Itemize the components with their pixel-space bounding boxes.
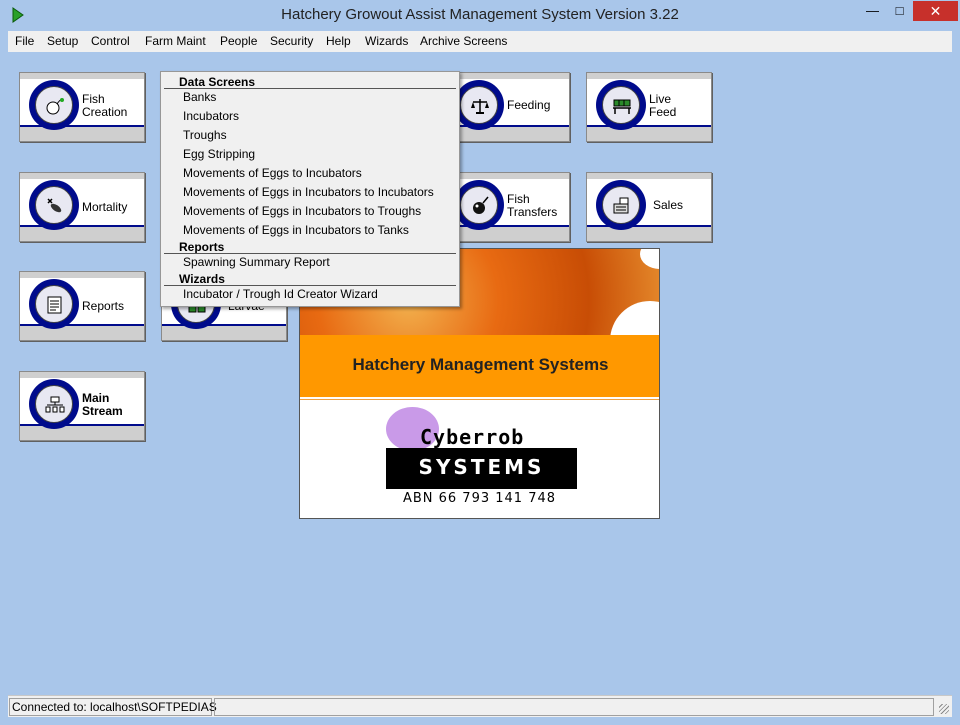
- report-icon: [47, 296, 62, 314]
- splash-band-text: Hatchery Management Systems: [352, 355, 609, 374]
- tile-label: Feeding: [507, 98, 551, 112]
- dead-fish-icon: [47, 198, 62, 213]
- tile-label: Live Feed: [649, 92, 677, 119]
- tile-label: Sales: [653, 198, 684, 212]
- status-bar: Connected to: localhost\SOFTPEDIAS: [8, 695, 952, 717]
- main-stream-button[interactable]: Main Stream: [19, 371, 145, 441]
- live-feed-button[interactable]: Live Feed: [586, 72, 712, 142]
- menu-item-troughs[interactable]: Troughs: [183, 128, 227, 142]
- menu-item-incubators-to-tanks[interactable]: Movements of Eggs in Incubators to Tanks: [183, 223, 409, 237]
- tile-badge: [29, 379, 79, 429]
- dropdown-separator: [164, 88, 456, 89]
- menu-control[interactable]: Control: [91, 34, 130, 48]
- dropdown-separator: [164, 285, 456, 286]
- menu-item-spawning-summary-report[interactable]: Spawning Summary Report: [183, 255, 330, 269]
- dropdown-separator: [164, 253, 456, 254]
- feeding-button[interactable]: Feeding: [444, 72, 570, 142]
- tile-badge: [454, 80, 504, 130]
- mdi-client-area: Fish Creation Feeding Live Feed Mortalit…: [8, 52, 952, 695]
- menu-farm-maint[interactable]: Farm Maint: [145, 34, 206, 48]
- company-abn: ABN 66 793 141 748: [402, 491, 557, 506]
- company-logo-box: SYSTEMS: [386, 448, 577, 489]
- close-button[interactable]: ✕: [913, 1, 958, 21]
- tile-badge: [29, 80, 79, 130]
- tile-label: Main Stream: [82, 391, 123, 418]
- title-bar: Hatchery Growout Assist Management Syste…: [0, 0, 960, 31]
- mortality-button[interactable]: Mortality: [19, 172, 145, 242]
- scales-icon: [471, 99, 489, 114]
- status-panel-empty: [214, 698, 934, 716]
- menu-item-egg-stripping[interactable]: Egg Stripping: [183, 147, 255, 161]
- tile-label: Mortality: [82, 200, 128, 214]
- menu-setup[interactable]: Setup: [47, 34, 78, 48]
- tanks-icon: [613, 99, 631, 114]
- menu-item-incubators-to-incubators[interactable]: Movements of Eggs in Incubators to Incub…: [183, 185, 434, 199]
- menu-file[interactable]: File: [15, 34, 34, 48]
- menu-wizards[interactable]: Wizards: [365, 34, 408, 48]
- minimize-button[interactable]: —: [859, 1, 886, 21]
- tile-label: Reports: [82, 299, 125, 313]
- menu-item-banks[interactable]: Banks: [183, 90, 216, 104]
- connection-status: Connected to: localhost\SOFTPEDIAS: [9, 698, 217, 716]
- menu-item-eggs-to-incubators[interactable]: Movements of Eggs to Incubators: [183, 166, 362, 180]
- tile-top-band: [20, 73, 144, 79]
- fish-egg-icon: [46, 98, 64, 115]
- net-icon: [473, 196, 489, 214]
- window-title: Hatchery Growout Assist Management Syste…: [281, 6, 679, 23]
- tile-badge: [454, 180, 504, 230]
- tile-badge: [596, 80, 646, 130]
- company-word: SYSTEMS: [418, 455, 545, 479]
- resize-grip-icon[interactable]: [939, 704, 949, 714]
- dropdown-header-reports: Reports: [179, 240, 225, 254]
- menu-item-id-creator-wizard[interactable]: Incubator / Trough Id Creator Wizard: [183, 287, 378, 301]
- fish-transfers-button[interactable]: Fish Transfers: [444, 172, 570, 242]
- tile-bottom-band: [20, 127, 144, 141]
- reports-button[interactable]: Reports: [19, 271, 145, 341]
- cash-register-icon: [613, 197, 629, 214]
- menu-people[interactable]: People: [220, 34, 257, 48]
- sales-button[interactable]: Sales: [586, 172, 712, 242]
- maximize-button[interactable]: □: [886, 1, 913, 21]
- company-name: Cyberrob: [420, 425, 525, 449]
- flowchart-icon: [45, 396, 65, 413]
- dropdown-header-data-screens: Data Screens: [179, 75, 256, 89]
- menu-item-incubators-to-troughs[interactable]: Movements of Eggs in Incubators to Troug…: [183, 204, 421, 218]
- menu-item-incubators[interactable]: Incubators: [183, 109, 239, 123]
- tile-badge: [596, 180, 646, 230]
- tile-label: Fish Transfers: [507, 192, 558, 219]
- menu-security[interactable]: Security: [270, 34, 313, 48]
- menu-bar: File Setup Control Farm Maint People Sec…: [8, 31, 952, 52]
- farm-maint-dropdown: Data Screens Banks Incubators Troughs Eg…: [160, 71, 460, 307]
- tile-badge: [29, 279, 79, 329]
- dropdown-header-wizards: Wizards: [179, 272, 225, 286]
- tile-label: Fish Creation: [82, 92, 128, 119]
- fish-creation-button[interactable]: Fish Creation: [19, 72, 145, 142]
- tile-badge: [29, 180, 79, 230]
- menu-help[interactable]: Help: [326, 34, 351, 48]
- menu-archive-screens[interactable]: Archive Screens: [420, 34, 507, 48]
- splash-band: Hatchery Management Systems: [300, 335, 659, 397]
